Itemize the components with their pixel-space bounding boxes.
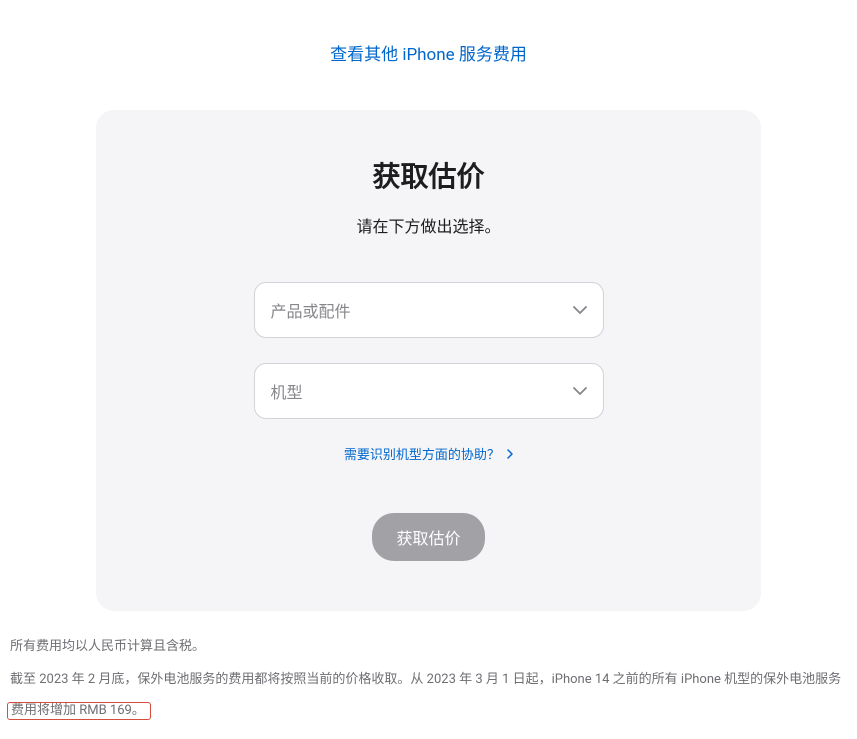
chevron-right-icon [507,448,513,463]
help-link-label: 需要识别机型方面的协助？ [344,448,500,463]
footer-line-2: 截至 2023 年 2 月底，保外电池服务的费用都将按照当前的价格收取。从 20… [10,664,847,726]
estimate-card: 获取估价 请在下方做出选择。 产品或配件 机型 [96,110,761,611]
product-select[interactable]: 产品或配件 [254,282,604,338]
footer-line-1: 所有费用均以人民币计算且含税。 [10,631,847,662]
other-services-link[interactable]: 查看其他 iPhone 服务费用 [330,45,527,65]
product-select-wrapper: 产品或配件 [254,282,604,338]
chevron-down-icon [573,387,587,395]
identify-model-help-link[interactable]: 需要识别机型方面的协助？ [344,448,513,463]
chevron-down-icon [573,306,587,314]
product-select-placeholder: 产品或配件 [271,298,351,322]
top-link-container: 查看其他 iPhone 服务费用 [10,40,847,65]
footer-notes: 所有费用均以人民币计算且含税。 截至 2023 年 2 月底，保外电池服务的费用… [10,611,847,727]
card-subtitle: 请在下方做出选择。 [136,213,721,237]
model-select[interactable]: 机型 [254,363,604,419]
card-title: 获取估价 [136,155,721,195]
help-link-container: 需要识别机型方面的协助？ [136,444,721,463]
model-select-wrapper: 机型 [254,363,604,419]
footer-highlight-annotation: 费用将增加 RMB 169。 [7,702,151,720]
model-select-placeholder: 机型 [271,379,303,403]
get-estimate-button[interactable]: 获取估价 [372,513,484,561]
footer-line-2-text: 截至 2023 年 2 月底，保外电池服务的费用都将按照当前的价格收取。从 20… [10,672,841,687]
